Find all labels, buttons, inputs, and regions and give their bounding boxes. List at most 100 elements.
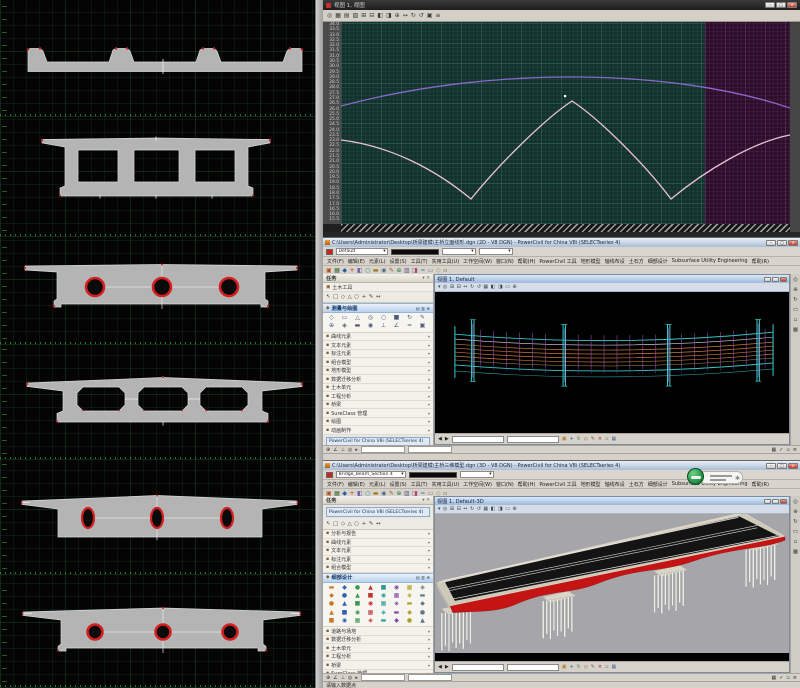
scroll-left-icon[interactable]: ◀ xyxy=(438,436,442,442)
strip-tool-icon[interactable]: ⊕ xyxy=(793,287,798,293)
view-toolbar-icon[interactable]: ◨ xyxy=(386,13,392,19)
bottom-tool-icon[interactable]: ▣ xyxy=(562,436,567,442)
tool-icon[interactable]: ▣ xyxy=(416,322,429,330)
task-tool-icon[interactable]: □ xyxy=(333,521,338,527)
bottom-tool-icon[interactable]: ↻ xyxy=(577,436,581,442)
detail-tool-icon[interactable]: ■ xyxy=(351,600,364,608)
view-toolbar-icon[interactable]: ◧ xyxy=(377,13,383,19)
task-section-row[interactable]: ▪ 桥梁 ▾ xyxy=(323,401,433,410)
menu-item[interactable]: 帮助(H) xyxy=(516,481,538,488)
tool-icon[interactable]: ■ xyxy=(390,314,403,322)
close-button[interactable] xyxy=(780,499,787,504)
bottom-tool-icon[interactable]: ◇ xyxy=(584,664,588,670)
active-section-header[interactable]: ◆ 细部设计 ▤ ▥ ≡ xyxy=(323,573,433,583)
view-tool-icon[interactable]: ↺ xyxy=(477,284,481,290)
restore-button[interactable] xyxy=(772,277,779,282)
view-toolbar-icon[interactable]: ▦ xyxy=(335,13,341,19)
status-right-icon[interactable]: ≡ xyxy=(793,675,797,681)
tool-icon[interactable]: ≈ xyxy=(403,322,416,330)
view-tool-icon[interactable]: ◧ xyxy=(491,506,496,512)
minimize-button[interactable] xyxy=(764,499,771,504)
task-section-row[interactable]: ▪ 动画制作 ▾ xyxy=(323,426,433,435)
menu-item[interactable]: PowerCivil 工具 xyxy=(537,258,578,265)
pin-icon[interactable]: ▾ ✕ xyxy=(422,498,430,503)
task-section-row[interactable]: ▪ 文本元素 ▾ xyxy=(323,341,433,350)
detail-tool-icon[interactable]: ■ xyxy=(325,617,338,625)
strip-tool-icon[interactable]: ▫ xyxy=(794,317,798,323)
view-toolbar-icon[interactable]: ▣ xyxy=(427,13,433,19)
tasks-header[interactable]: 任务 ▾ ✕ xyxy=(323,274,433,283)
status-right-icon[interactable]: ▦ xyxy=(771,447,776,453)
minimize-button[interactable]: – xyxy=(766,463,776,469)
view-tool-icon[interactable]: ◨ xyxy=(498,506,503,512)
minimize-button[interactable]: – xyxy=(766,240,776,246)
close-button[interactable]: × xyxy=(787,2,797,8)
tool-icon[interactable]: ◈ xyxy=(338,322,351,330)
status-right-icon[interactable]: ✓ xyxy=(779,675,783,681)
cross-section-panel-box-girder-chamfered[interactable] xyxy=(0,345,315,460)
view-toolbar-icon[interactable]: ▤ xyxy=(344,13,350,19)
bottom-tool-icon[interactable]: ▦ xyxy=(612,664,617,670)
task-tool-icon[interactable]: ↔ xyxy=(376,294,381,300)
task-section-row[interactable]: ▪ 桥梁 ▾ xyxy=(323,661,433,670)
cross-section-panel-oval-voids[interactable] xyxy=(0,460,315,575)
view-tool-icon[interactable]: ◧ xyxy=(491,284,496,290)
detail-tool-icon[interactable]: ◈ xyxy=(403,592,416,600)
task-section-row[interactable]: ▪ 道路与场地 ▾ xyxy=(323,627,433,636)
snap-icon[interactable]: ∠ xyxy=(333,447,337,453)
view-tool-icon[interactable]: ↺ xyxy=(477,506,481,512)
close-button[interactable] xyxy=(780,277,787,282)
snap-icon[interactable]: ◎ xyxy=(348,447,352,453)
detail-tool-icon[interactable]: ▬ xyxy=(325,584,338,592)
snap-icon[interactable]: ◎ xyxy=(348,675,352,681)
view-tool-icon[interactable]: ⊕ xyxy=(512,284,516,290)
close-button[interactable]: × xyxy=(788,240,798,246)
menu-item[interactable]: 轴线布设 xyxy=(603,258,627,265)
task-section-row[interactable]: ▪ 曲线元素 ▾ xyxy=(323,333,433,342)
strip-tool-icon[interactable]: ▭ xyxy=(793,529,798,535)
task-tool-icon[interactable]: ○ xyxy=(354,294,359,300)
view-tool-icon[interactable]: ⊞ xyxy=(450,284,454,290)
detail-tool-icon[interactable]: ▲ xyxy=(364,584,377,592)
view-tool-icon[interactable]: ⊞ xyxy=(450,506,454,512)
profile-canvas[interactable] xyxy=(341,22,790,224)
task-tool-icon[interactable]: + xyxy=(362,294,367,300)
view-toolbar-icon[interactable]: ⊞ xyxy=(361,13,366,19)
task-section-row[interactable]: ▪ 标注元素 ▾ xyxy=(323,556,433,565)
active-color-bar[interactable] xyxy=(409,472,457,478)
detail-tool-icon[interactable]: ▬ xyxy=(416,592,429,600)
detail-tool-icon[interactable]: ● xyxy=(416,609,429,617)
detail-tool-icon[interactable]: ◆ xyxy=(416,600,429,608)
detail-tool-icon[interactable]: ▬ xyxy=(390,609,403,617)
detail-tool-icon[interactable]: ▲ xyxy=(325,609,338,617)
detail-tool-icon[interactable]: ◆ xyxy=(403,609,416,617)
view-tool-icon[interactable]: ⊟ xyxy=(457,506,461,512)
task-tool-icon[interactable]: ↖ xyxy=(326,521,331,527)
wireframe-canvas-2d[interactable] xyxy=(435,292,789,425)
task-tool-icon[interactable]: ↔ xyxy=(376,521,381,527)
detail-tool-icon[interactable]: ● xyxy=(338,592,351,600)
strip-tool-icon[interactable]: ▫ xyxy=(794,539,798,545)
detail-tool-icon[interactable]: ● xyxy=(325,600,338,608)
task-tool-icon[interactable]: △ xyxy=(348,294,352,300)
tool-icon[interactable]: ▬ xyxy=(351,322,364,330)
profile-window-titlebar[interactable]: 视图 1, 视图 – □ × xyxy=(323,0,800,10)
view-toolbar-icon[interactable]: ↺ xyxy=(419,13,424,19)
view-tool-icon[interactable]: ▭ xyxy=(505,284,510,290)
tool-icon[interactable]: ↻ xyxy=(403,314,416,322)
scroll-left-icon[interactable]: ◀ xyxy=(438,664,442,670)
restore-button[interactable] xyxy=(772,499,779,504)
snap-icon[interactable]: ⊕ xyxy=(326,447,330,453)
view-tool-icon[interactable]: ⊕ xyxy=(512,506,516,512)
menu-item[interactable]: 窗口(N) xyxy=(494,258,516,265)
task-section-row[interactable]: ▪ 标注元素 ▾ xyxy=(323,350,433,359)
menu-item[interactable]: 地形模型 xyxy=(579,258,603,265)
bottom-tool-icon[interactable]: + xyxy=(569,664,573,670)
view-toolbar-icon[interactable]: ◎ xyxy=(327,13,332,19)
menu-item[interactable]: 帮助(R) xyxy=(750,258,771,265)
strip-tool-icon[interactable]: ▦ xyxy=(793,327,798,333)
detail-tool-icon[interactable]: ▦ xyxy=(390,592,403,600)
menu-item[interactable]: Subsurface Utility Engineering xyxy=(670,258,750,264)
status-right-icon[interactable]: ✓ xyxy=(779,447,783,453)
line-weight-combo[interactable]: ▾ xyxy=(479,248,513,255)
